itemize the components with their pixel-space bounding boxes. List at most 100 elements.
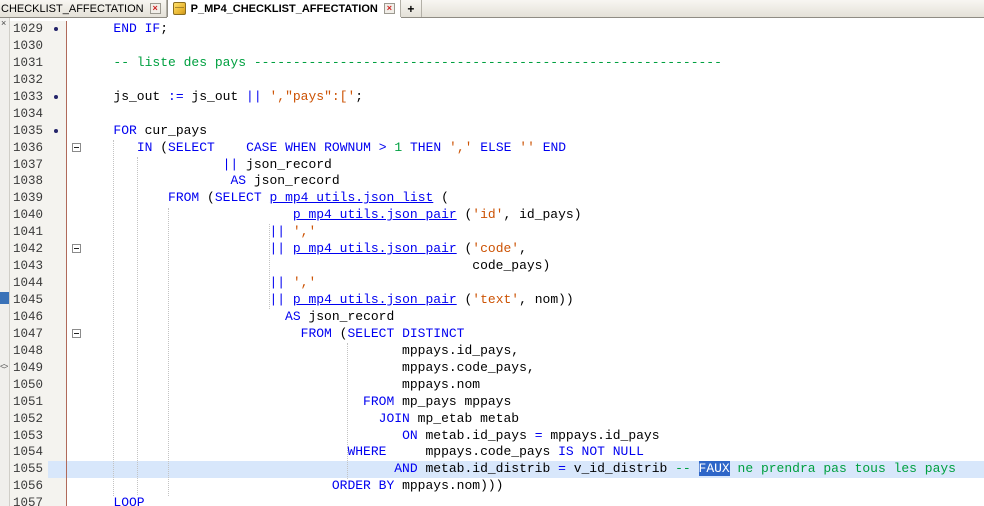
line-number[interactable]: 1035: [10, 123, 48, 140]
code-line[interactable]: 1029 END IF;: [10, 21, 984, 38]
code-line[interactable]: 1054 WHERE mppays.code_pays IS NOT NULL: [10, 444, 984, 461]
line-number[interactable]: 1050: [10, 377, 48, 394]
gutter-marker-cell: [48, 275, 67, 292]
code-text[interactable]: ORDER BY mppays.nom))): [90, 478, 984, 495]
code-text[interactable]: WHERE mppays.code_pays IS NOT NULL: [90, 444, 984, 461]
code-line[interactable]: 1030: [10, 38, 984, 55]
code-text[interactable]: [90, 106, 984, 123]
line-number[interactable]: 1029: [10, 21, 48, 38]
code-line[interactable]: 1055 AND metab.id_distrib = v_id_distrib…: [10, 461, 984, 478]
code-text[interactable]: AS json_record: [90, 309, 984, 326]
code-text[interactable]: AS json_record: [90, 173, 984, 190]
code-line[interactable]: 1041 || ',': [10, 224, 984, 241]
code-text[interactable]: FROM (SELECT DISTINCT: [90, 326, 984, 343]
code-text[interactable]: FROM mp_pays mppays: [90, 394, 984, 411]
line-number[interactable]: 1037: [10, 157, 48, 174]
code-text[interactable]: || p_mp4_utils.json_pair ('text', nom)): [90, 292, 984, 309]
line-number[interactable]: 1048: [10, 343, 48, 360]
line-number[interactable]: 1040: [10, 207, 48, 224]
line-number[interactable]: 1031: [10, 55, 48, 72]
fold-collapse-icon[interactable]: [72, 143, 81, 152]
line-number[interactable]: 1046: [10, 309, 48, 326]
line-number[interactable]: 1057: [10, 495, 48, 506]
line-number[interactable]: 1053: [10, 428, 48, 445]
tab-p-mp4-checklist-affectation[interactable]: P_MP4_CHECKLIST_AFFECTATION ×: [167, 0, 401, 17]
code-editor[interactable]: × <> 1029 END IF;10301031 -- liste des p…: [0, 18, 984, 506]
line-number[interactable]: 1051: [10, 394, 48, 411]
close-icon[interactable]: ×: [384, 3, 395, 14]
code-text[interactable]: || json_record: [90, 157, 984, 174]
line-number[interactable]: 1038: [10, 173, 48, 190]
line-number[interactable]: 1047: [10, 326, 48, 343]
line-number[interactable]: 1041: [10, 224, 48, 241]
fold-collapse-icon[interactable]: [72, 244, 81, 253]
panel-close-icon[interactable]: ×: [1, 19, 6, 28]
code-line[interactable]: 1037 || json_record: [10, 157, 984, 174]
code-text[interactable]: -- liste des pays ----------------------…: [90, 55, 984, 72]
code-line[interactable]: 1032: [10, 72, 984, 89]
code-line[interactable]: 1036 IN (SELECT CASE WHEN ROWNUM > 1 THE…: [10, 140, 984, 157]
code-text[interactable]: [90, 38, 984, 55]
code-line[interactable]: 1052 JOIN mp_etab metab: [10, 411, 984, 428]
code-line[interactable]: 1048 mppays.id_pays,: [10, 343, 984, 360]
code-line[interactable]: 1056 ORDER BY mppays.nom))): [10, 478, 984, 495]
code-line[interactable]: 1044 || ',': [10, 275, 984, 292]
code-text[interactable]: js_out := js_out || ',"pays":[';: [90, 89, 984, 106]
close-icon[interactable]: ×: [150, 3, 161, 14]
code-text[interactable]: ON metab.id_pays = mppays.id_pays: [90, 428, 984, 445]
code-text[interactable]: || ',': [90, 224, 984, 241]
line-number[interactable]: 1034: [10, 106, 48, 123]
code-line[interactable]: 1045 || p_mp4_utils.json_pair ('text', n…: [10, 292, 984, 309]
code-text[interactable]: || p_mp4_utils.json_pair ('code',: [90, 241, 984, 258]
code-line[interactable]: 1049 mppays.code_pays,: [10, 360, 984, 377]
new-tab-button[interactable]: +: [401, 0, 422, 17]
line-number[interactable]: 1052: [10, 411, 48, 428]
code-line[interactable]: 1034: [10, 106, 984, 123]
code-line[interactable]: 1057 LOOP: [10, 495, 984, 506]
line-number[interactable]: 1030: [10, 38, 48, 55]
code-text[interactable]: p_mp4_utils.json_pair ('id', id_pays): [90, 207, 984, 224]
line-number[interactable]: 1049: [10, 360, 48, 377]
code-text[interactable]: || ',': [90, 275, 984, 292]
code-line[interactable]: 1033 js_out := js_out || ',"pays":[';: [10, 89, 984, 106]
code-text[interactable]: FROM (SELECT p_mp4_utils.json_list (: [90, 190, 984, 207]
code-text[interactable]: [90, 72, 984, 89]
line-number[interactable]: 1054: [10, 444, 48, 461]
code-text[interactable]: IN (SELECT CASE WHEN ROWNUM > 1 THEN ','…: [90, 140, 984, 157]
code-line[interactable]: 1035 FOR cur_pays: [10, 123, 984, 140]
fold-column: [67, 207, 90, 224]
line-number[interactable]: 1056: [10, 478, 48, 495]
code-text[interactable]: AND metab.id_distrib = v_id_distrib -- F…: [90, 461, 984, 478]
code-line[interactable]: 1042 || p_mp4_utils.json_pair ('code',: [10, 241, 984, 258]
line-number[interactable]: 1036: [10, 140, 48, 157]
code-line[interactable]: 1046 AS json_record: [10, 309, 984, 326]
code-text[interactable]: END IF;: [90, 21, 984, 38]
code-line[interactable]: 1038 AS json_record: [10, 173, 984, 190]
code-line[interactable]: 1039 FROM (SELECT p_mp4_utils.json_list …: [10, 190, 984, 207]
code-line[interactable]: 1050 mppays.nom: [10, 377, 984, 394]
line-number[interactable]: 1039: [10, 190, 48, 207]
line-number[interactable]: 1033: [10, 89, 48, 106]
code-text[interactable]: mppays.id_pays,: [90, 343, 984, 360]
line-number[interactable]: 1032: [10, 72, 48, 89]
line-number[interactable]: 1045: [10, 292, 48, 309]
code-line[interactable]: 1051 FROM mp_pays mppays: [10, 394, 984, 411]
code-text[interactable]: FOR cur_pays: [90, 123, 984, 140]
code-text[interactable]: JOIN mp_etab metab: [90, 411, 984, 428]
fold-collapse-icon[interactable]: [72, 329, 81, 338]
code-text[interactable]: mppays.code_pays,: [90, 360, 984, 377]
line-number[interactable]: 1042: [10, 241, 48, 258]
line-number[interactable]: 1044: [10, 275, 48, 292]
code-text[interactable]: LOOP: [90, 495, 984, 506]
line-number[interactable]: 1043: [10, 258, 48, 275]
gutter-marker-cell: [48, 123, 67, 140]
tab-checklist-affectation[interactable]: CHECKLIST_AFFECTATION ×: [0, 0, 167, 17]
code-text[interactable]: code_pays): [90, 258, 984, 275]
code-line[interactable]: 1040 p_mp4_utils.json_pair ('id', id_pay…: [10, 207, 984, 224]
code-text[interactable]: mppays.nom: [90, 377, 984, 394]
code-line[interactable]: 1047 FROM (SELECT DISTINCT: [10, 326, 984, 343]
code-line[interactable]: 1053 ON metab.id_pays = mppays.id_pays: [10, 428, 984, 445]
line-number[interactable]: 1055: [10, 461, 48, 478]
code-line[interactable]: 1043 code_pays): [10, 258, 984, 275]
code-line[interactable]: 1031 -- liste des pays -----------------…: [10, 55, 984, 72]
